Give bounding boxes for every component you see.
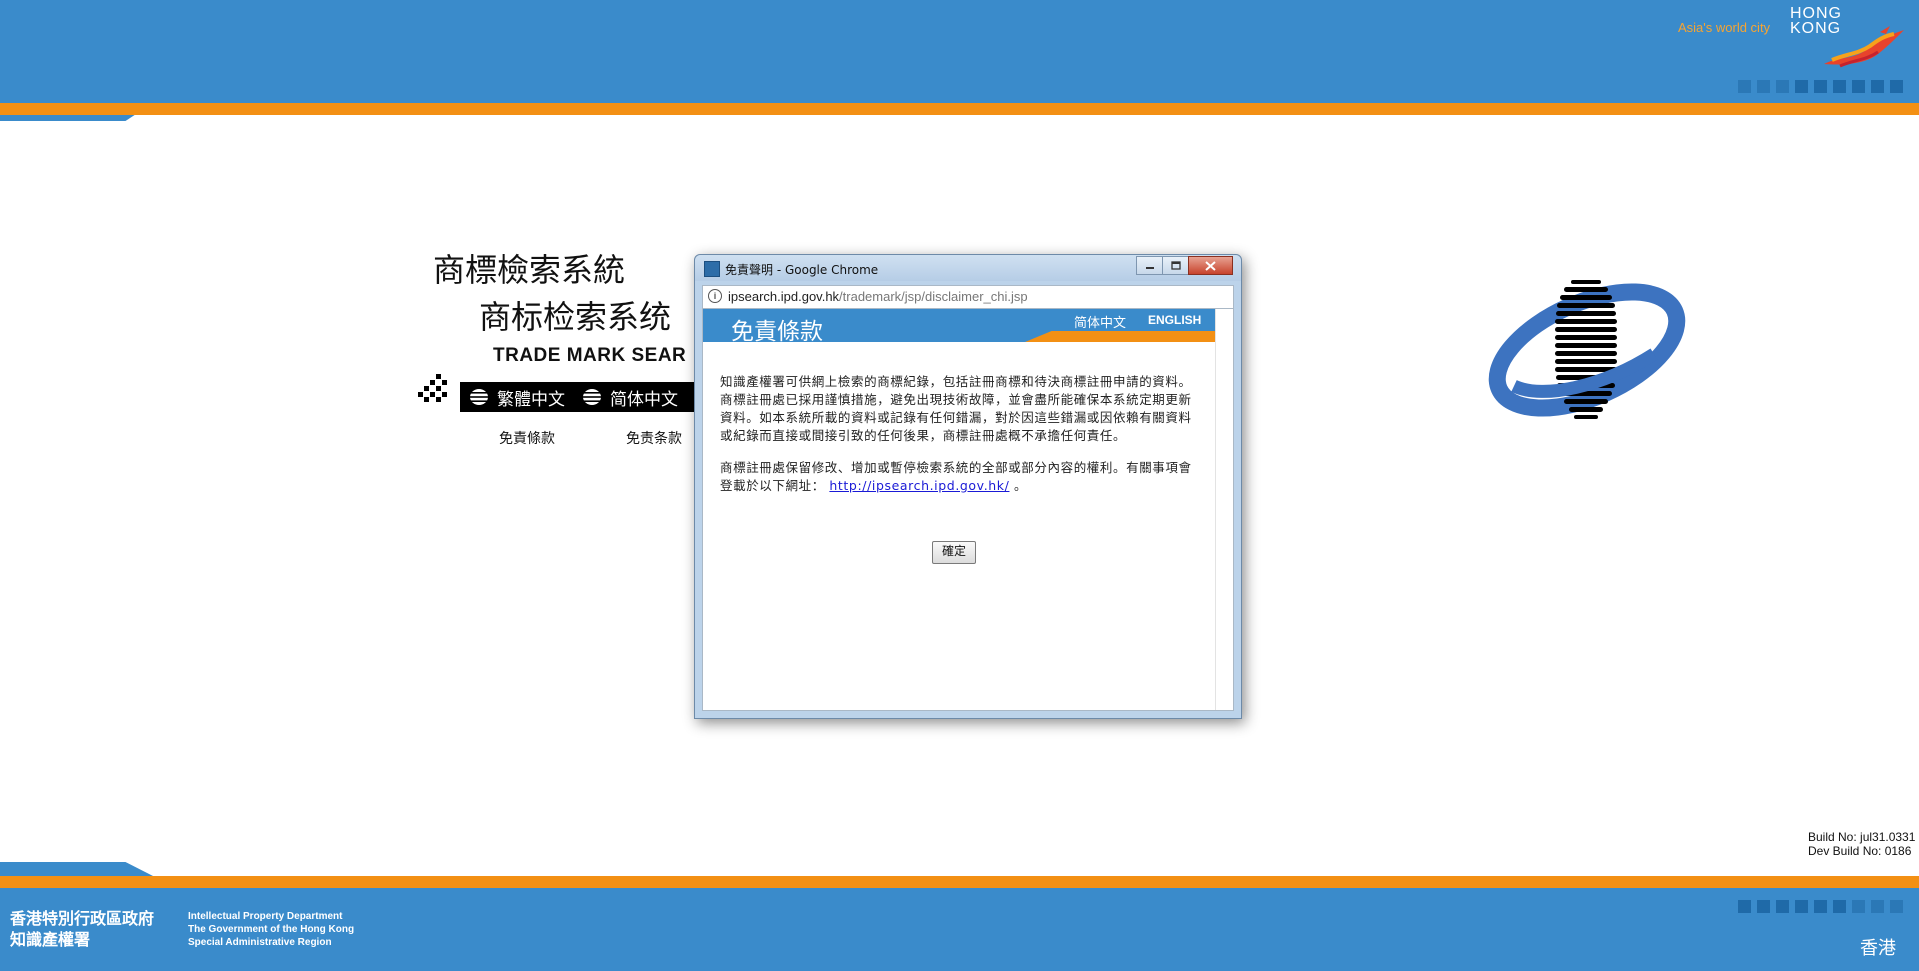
decor-square xyxy=(1776,900,1789,913)
decor-square xyxy=(1757,900,1770,913)
disclaimer-lang-english-link[interactable]: ENGLISH xyxy=(1148,313,1201,327)
disclaimer-popup-window: 免責聲明 - Google Chrome i ipsearch.ipd.gov.… xyxy=(694,254,1242,719)
ipd-logo-icon xyxy=(1488,280,1686,419)
decor-square xyxy=(1833,80,1846,93)
decor-square xyxy=(1795,80,1808,93)
address-url: ipsearch.ipd.gov.hk/trademark/jsp/discla… xyxy=(728,289,1028,304)
info-icon[interactable]: i xyxy=(708,289,722,303)
title-traditional: 商標檢索系統 xyxy=(433,251,626,289)
window-controls xyxy=(1136,256,1233,275)
lang-traditional-label: 繁體中文 xyxy=(497,389,565,410)
header-blue-band xyxy=(0,0,1919,103)
decor-square xyxy=(1738,900,1751,913)
footer-blue-tab xyxy=(0,862,153,876)
brand-hong-kong: Asia's world city HONG KONG xyxy=(1678,6,1910,68)
disclaimer-body: 知識產權署可供網上檢索的商標紀錄，包括註冊商標和待決商標註冊申請的資料。商標註冊… xyxy=(720,373,1202,509)
disclaimer-lang-simplified-link[interactable]: 简体中文 xyxy=(1074,312,1126,331)
ok-button[interactable]: 確定 xyxy=(932,541,976,564)
disclaimer-paragraph-2: 商標註冊處保留修改、增加或暫停檢索系統的全部或部分內容的權利。有關事項會登載於以… xyxy=(720,459,1202,495)
footer-department-zh: 香港特別行政區政府 知識產權署 xyxy=(10,908,154,950)
decor-square xyxy=(1852,900,1865,913)
page-header: Asia's world city HONG KONG xyxy=(0,0,1919,121)
url-host: ipsearch.ipd.gov.hk xyxy=(728,289,840,304)
globe-icon xyxy=(583,389,601,405)
dev-build-number: Dev Build No: 0186 xyxy=(1808,844,1912,858)
maximize-button[interactable] xyxy=(1162,256,1189,275)
disclaimer-paragraph-2-end: 。 xyxy=(1009,478,1028,493)
footer-gov-en-line3: Special Administrative Region xyxy=(188,937,332,948)
lang-simplified-label: 简体中文 xyxy=(610,389,678,410)
footer-gov-zh-line2: 知識產權署 xyxy=(10,930,91,949)
decor-square xyxy=(1814,80,1827,93)
build-info: Build No: jul31.0331 Dev Build No: 0186 xyxy=(1808,830,1915,858)
disclaimer-traditional-link[interactable]: 免責條款 xyxy=(499,428,555,448)
disclaimer-paragraph-1: 知識產權署可供網上檢索的商標紀錄，包括註冊商標和待決商標註冊申請的資料。商標註冊… xyxy=(720,374,1192,443)
decor-square xyxy=(1852,80,1865,93)
decor-square xyxy=(1833,900,1846,913)
disclaimer-header-orange xyxy=(1025,331,1215,342)
footer-gov-zh-line1: 香港特別行政區政府 xyxy=(10,909,155,928)
popup-window-title: 免責聲明 - Google Chrome xyxy=(725,263,879,277)
disclaimer-heading: 免責條款 xyxy=(731,319,823,345)
page-favicon-icon xyxy=(704,261,720,277)
lang-traditional-button[interactable]: 繁體中文 xyxy=(469,385,565,410)
language-bar: 繁體中文 简体中文 xyxy=(460,382,700,412)
header-orange-stripe xyxy=(0,103,1919,115)
footer-hong-kong-zh: 香港 xyxy=(1860,938,1896,959)
close-icon xyxy=(1205,260,1216,271)
decor-square xyxy=(1871,900,1884,913)
globe-icon xyxy=(470,389,488,405)
decor-square xyxy=(1814,900,1827,913)
footer-department-en: Intellectual Property Department The Gov… xyxy=(188,910,354,949)
hong-kong-dragon-icon xyxy=(1824,26,1904,68)
brand-tagline: Asia's world city xyxy=(1678,20,1771,35)
minimize-icon xyxy=(1145,266,1154,269)
minimize-button[interactable] xyxy=(1136,256,1163,275)
footer-gov-en-line2: The Government of the Hong Kong xyxy=(188,924,355,935)
ipsearch-url-link[interactable]: http://ipsearch.ipd.gov.hk/ xyxy=(829,478,1009,493)
decor-square xyxy=(1890,900,1903,913)
decor-square xyxy=(1738,80,1751,93)
disclaimer-simplified-link[interactable]: 免责条款 xyxy=(626,428,682,448)
footer-gov-en-line1: Intellectual Property Department xyxy=(188,911,343,922)
dots-icon xyxy=(418,374,447,402)
title-simplified: 商标检索系统 xyxy=(479,298,672,336)
decor-square xyxy=(1871,80,1884,93)
popup-titlebar[interactable]: 免責聲明 - Google Chrome xyxy=(695,255,1241,281)
maximize-icon xyxy=(1170,261,1181,270)
popup-scrollbar[interactable] xyxy=(1215,309,1233,710)
popup-content: 免責條款 简体中文 ENGLISH 知識產權署可供網上檢索的商標紀錄，包括註冊商… xyxy=(702,309,1234,711)
close-button[interactable] xyxy=(1188,256,1233,275)
lang-simplified-button[interactable]: 简体中文 xyxy=(582,385,678,410)
decor-square xyxy=(1776,80,1789,93)
address-bar[interactable]: i ipsearch.ipd.gov.hk/trademark/jsp/disc… xyxy=(702,285,1234,309)
decor-square xyxy=(1795,900,1808,913)
disclaimer-header: 免責條款 简体中文 ENGLISH xyxy=(703,309,1215,345)
header-squares-decoration xyxy=(1738,80,1903,93)
url-path: /trademark/jsp/disclaimer_chi.jsp xyxy=(839,289,1028,304)
decor-square xyxy=(1890,80,1903,93)
footer-orange-stripe xyxy=(0,876,1919,888)
footer-squares-decoration xyxy=(1738,900,1903,913)
brand-line-1: HONG xyxy=(1790,5,1842,22)
title-english: TRADE MARK SEAR xyxy=(493,345,687,366)
decor-square xyxy=(1757,80,1770,93)
build-number: Build No: jul31.0331 xyxy=(1808,830,1916,844)
